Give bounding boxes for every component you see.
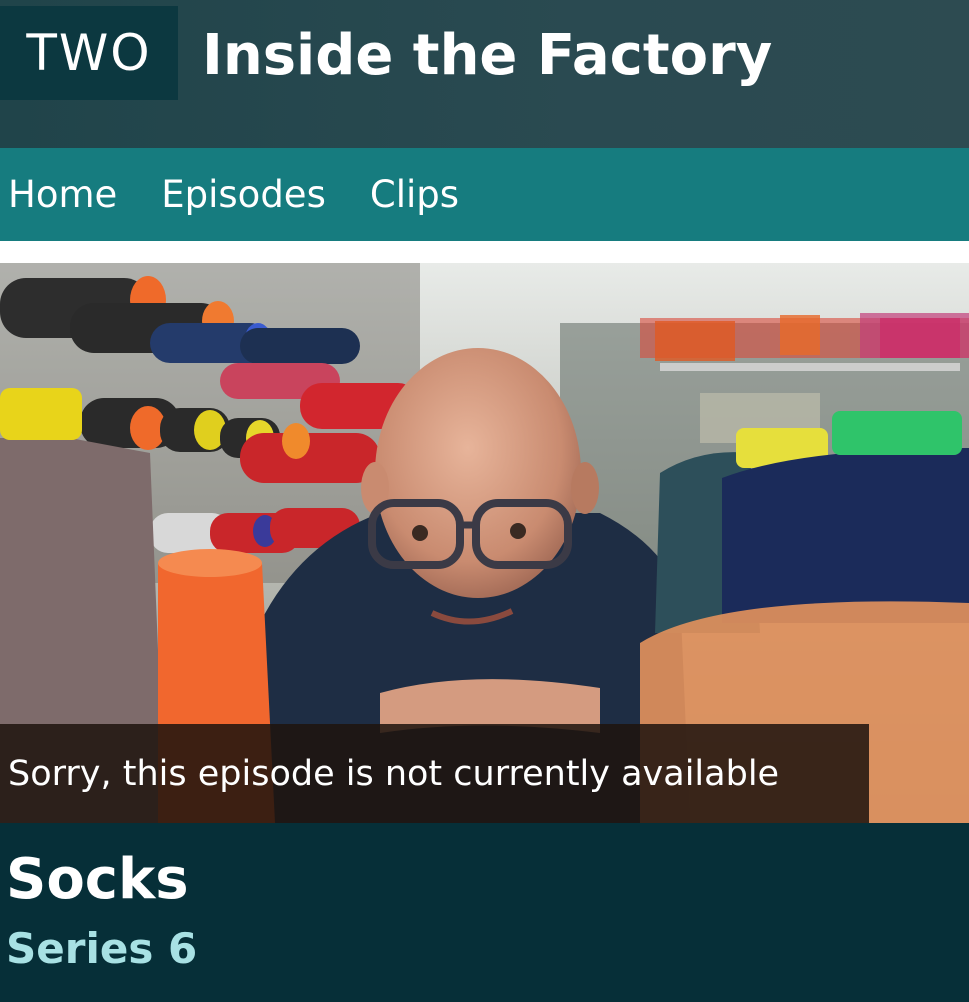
channel-logo[interactable]: TWO: [0, 6, 178, 100]
nav-spacer: [0, 241, 969, 263]
episode-info: Socks Series 6: [0, 823, 969, 1002]
brand-nav: Home Episodes Clips: [0, 148, 969, 241]
nav-item-home[interactable]: Home: [8, 173, 117, 216]
channel-logo-text: TWO: [26, 24, 152, 82]
unavailable-message: Sorry, this episode is not currently ava…: [8, 753, 780, 794]
site-header: TWO Inside the Factory: [0, 0, 969, 148]
unavailable-banner: Sorry, this episode is not currently ava…: [0, 724, 869, 823]
episode-title: Socks: [6, 847, 189, 912]
nav-item-clips[interactable]: Clips: [370, 173, 459, 216]
series-link[interactable]: Series 6: [6, 919, 197, 979]
nav-item-episodes[interactable]: Episodes: [161, 173, 326, 216]
episode-hero: Sorry, this episode is not currently ava…: [0, 263, 969, 823]
brand-title[interactable]: Inside the Factory: [202, 16, 772, 96]
